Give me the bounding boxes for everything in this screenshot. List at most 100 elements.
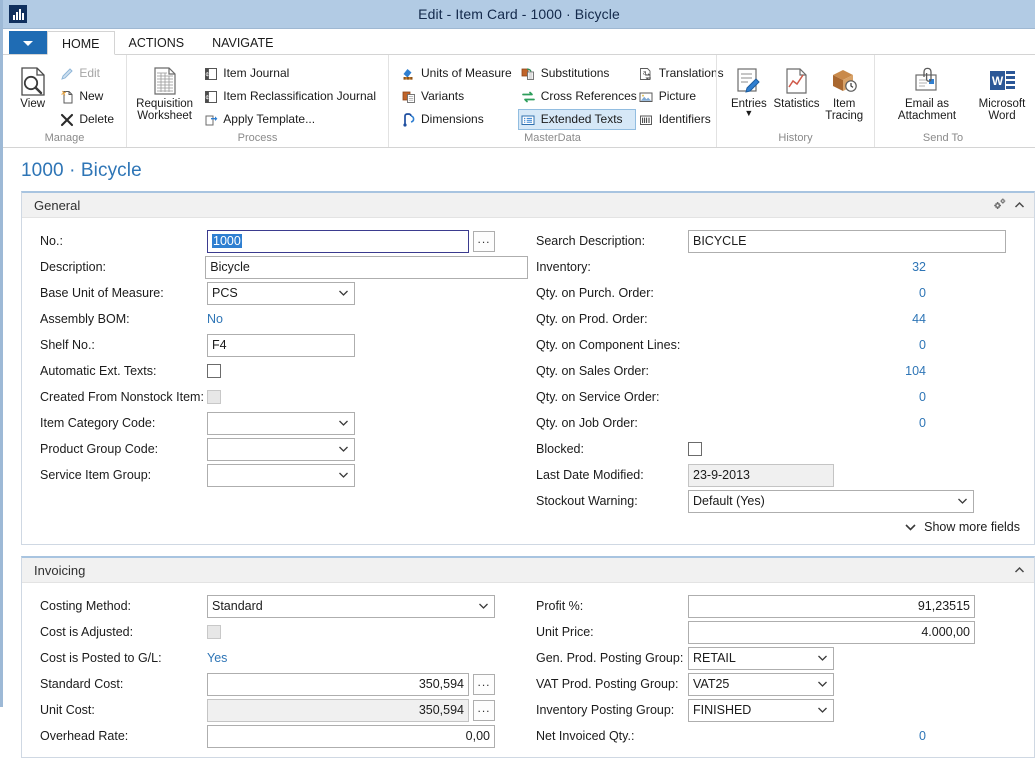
no-input[interactable]: 1000 <box>207 229 469 253</box>
qty-prod-value[interactable]: 44 <box>688 312 926 326</box>
apply-template-label: Apply Template... <box>223 112 316 126</box>
field-row-blocked: Blocked: <box>528 436 1034 462</box>
stockout-warning-combo[interactable]: Default (Yes) <box>688 489 974 513</box>
standard-cost-lookup-button[interactable]: ... <box>473 673 495 695</box>
chevron-down-icon <box>904 522 917 532</box>
item-journal-button[interactable]: ¢ Item Journal <box>200 63 382 84</box>
standard-cost-label: Standard Cost: <box>40 677 124 691</box>
chevron-down-icon <box>956 497 969 505</box>
page-title-no: 1000 <box>21 160 64 181</box>
email-as-attachment-label: Email as Attachment <box>897 98 957 122</box>
qty-service-value[interactable]: 0 <box>688 390 926 404</box>
service-item-group-label: Service Item Group: <box>40 468 152 482</box>
apply-template-button[interactable]: Apply Template... <box>200 109 382 130</box>
auto-ext-texts-checkbox[interactable] <box>207 364 221 378</box>
stockout-warning-value: Default (Yes) <box>693 494 765 508</box>
tab-home[interactable]: HOME <box>47 31 115 55</box>
view-button[interactable]: View <box>9 59 56 132</box>
units-of-measure-button[interactable]: Units of Measure <box>398 63 518 84</box>
identifiers-icon <box>639 112 654 127</box>
net-invoiced-qty-value[interactable]: 0 <box>688 729 926 743</box>
qty-sales-value[interactable]: 104 <box>688 364 926 378</box>
item-reclassification-journal-button[interactable]: ¢ Item Reclassification Journal <box>200 86 382 107</box>
service-item-group-combo[interactable] <box>207 463 355 487</box>
field-row-no: No.: 1000 ... <box>22 228 528 254</box>
qty-component-value[interactable]: 0 <box>688 338 926 352</box>
item-tracing-button[interactable]: Item Tracing <box>820 59 868 132</box>
gen-prod-posting-combo[interactable]: RETAIL <box>688 646 834 670</box>
assembly-bom-value[interactable]: No <box>207 312 223 326</box>
chevron-down-icon <box>477 602 490 610</box>
gear-icon[interactable] <box>991 198 1007 213</box>
new-button-label: New <box>79 89 104 103</box>
description-input[interactable] <box>205 255 528 279</box>
field-row-search-description: Search Description: <box>528 228 1034 254</box>
field-row-base-uom: Base Unit of Measure: PCS <box>22 280 528 306</box>
svg-text:¢: ¢ <box>205 71 209 78</box>
no-lookup-button[interactable]: ... <box>473 230 495 252</box>
edit-button[interactable]: Edit <box>56 63 120 84</box>
email-as-attachment-button[interactable]: Email as Attachment <box>887 59 967 132</box>
tab-actions[interactable]: ACTIONS <box>115 31 199 55</box>
field-row-qty-sales: Qty. on Sales Order: 104 <box>528 358 1034 384</box>
overhead-rate-input[interactable] <box>207 724 495 748</box>
last-date-modified-label: Last Date Modified: <box>536 468 644 482</box>
new-button[interactable]: New <box>56 86 120 107</box>
field-row-vat-prod-posting: VAT Prod. Posting Group: VAT25 <box>528 671 1034 697</box>
chevron-down-icon <box>816 680 829 688</box>
requisition-worksheet-button[interactable]: Requisition Worksheet <box>133 59 196 132</box>
standard-cost-input[interactable] <box>207 672 469 696</box>
translations-button[interactable]: a Translations <box>636 63 724 84</box>
inventory-label: Inventory: <box>536 260 591 274</box>
application-menu-button[interactable] <box>9 31 47 55</box>
tab-navigate[interactable]: NAVIGATE <box>198 31 287 55</box>
entries-button[interactable]: Entries ▼ <box>725 59 773 132</box>
field-row-qty-job: Qty. on Job Order: 0 <box>528 410 1034 436</box>
field-row-inventory: Inventory: 32 <box>528 254 1034 280</box>
vat-prod-posting-value: VAT25 <box>693 677 730 691</box>
vat-prod-posting-combo[interactable]: VAT25 <box>688 672 834 696</box>
delete-button[interactable]: Delete <box>56 109 120 130</box>
costing-method-combo[interactable]: Standard <box>207 594 495 618</box>
show-more-fields-button[interactable]: Show more fields <box>528 514 1034 536</box>
field-row-overhead-rate: Overhead Rate: <box>22 723 528 749</box>
shelf-no-input[interactable] <box>207 333 355 357</box>
translations-icon: a <box>639 66 654 81</box>
collapse-chevron-icon[interactable] <box>1013 564 1026 577</box>
field-row-qty-service: Qty. on Service Order: 0 <box>528 384 1034 410</box>
cost-posted-gl-value[interactable]: Yes <box>207 651 227 665</box>
inventory-value[interactable]: 32 <box>688 260 926 274</box>
variants-button[interactable]: Variants <box>398 86 518 107</box>
qty-job-value[interactable]: 0 <box>688 416 926 430</box>
identifiers-button[interactable]: Identifiers <box>636 109 724 130</box>
item-category-combo[interactable] <box>207 411 355 435</box>
picture-button[interactable]: Picture <box>636 86 724 107</box>
auto-ext-texts-label: Automatic Ext. Texts: <box>40 364 157 378</box>
statistics-icon <box>782 64 812 98</box>
delete-button-label: Delete <box>79 112 114 126</box>
product-group-combo[interactable] <box>207 437 355 461</box>
unit-cost-lookup-button[interactable]: ... <box>473 699 495 721</box>
field-row-profit-pct: Profit %: <box>528 593 1034 619</box>
show-more-fields-label: Show more fields <box>924 520 1020 534</box>
profit-pct-input[interactable] <box>688 594 975 618</box>
extended-texts-button[interactable]: Extended Texts <box>517 109 636 130</box>
statistics-button[interactable]: Statistics <box>773 59 821 132</box>
chevron-down-icon <box>337 419 350 427</box>
profit-pct-label: Profit %: <box>536 599 584 613</box>
fasttab-invoicing-header[interactable]: Invoicing <box>22 558 1034 583</box>
dimensions-button[interactable]: Dimensions <box>398 109 518 130</box>
cost-is-adjusted-checkbox <box>207 625 221 639</box>
fasttab-general-header[interactable]: General <box>22 193 1034 218</box>
unit-price-input[interactable] <box>688 620 975 644</box>
inventory-posting-combo[interactable]: FINISHED <box>688 698 834 722</box>
microsoft-word-button[interactable]: W Microsoft Word <box>967 59 1035 132</box>
collapse-chevron-icon[interactable] <box>1013 199 1026 212</box>
vat-prod-posting-label: VAT Prod. Posting Group: <box>536 677 679 691</box>
substitutions-button[interactable]: Substitutions <box>518 63 636 84</box>
blocked-checkbox[interactable] <box>688 442 702 456</box>
base-uom-combo[interactable]: PCS <box>207 281 355 305</box>
cross-references-button[interactable]: Cross References <box>518 86 637 107</box>
qty-purch-value[interactable]: 0 <box>688 286 926 300</box>
search-description-input[interactable] <box>688 229 1006 253</box>
